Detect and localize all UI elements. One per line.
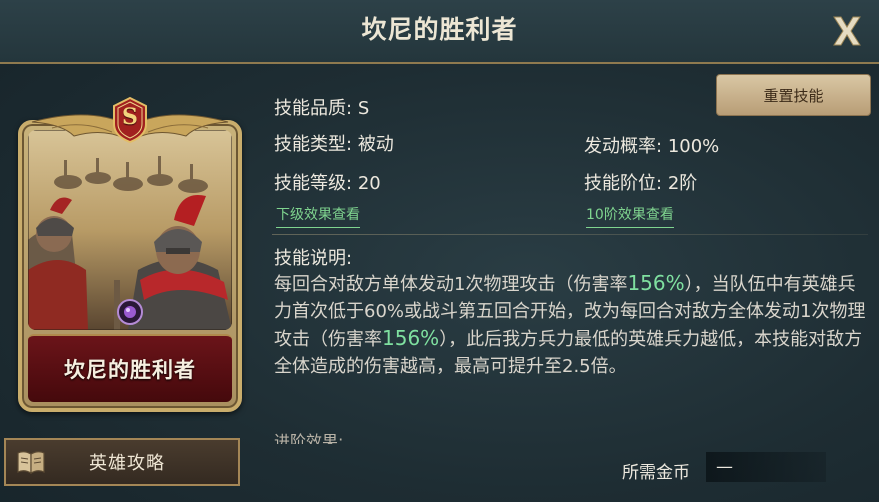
skill-tier-label: 技能阶位: — [584, 173, 663, 194]
trigger-chance-value: 100% — [667, 136, 720, 157]
rank-badge: S — [110, 96, 150, 144]
page-title: 坎尼的胜利者 — [361, 15, 518, 44]
skill-type-value: 被动 — [357, 134, 394, 155]
close-x-icon — [833, 16, 861, 46]
rank-letter: S — [122, 104, 138, 130]
description-part-1: 每回合对敌方单体发动1次物理攻击（伤害率 — [274, 274, 628, 295]
damage-rate-2: 156% — [382, 326, 440, 350]
card-nameplate: 坎尼的胜利者 — [28, 334, 232, 402]
next-level-effect-link[interactable]: 下级效果查看 — [276, 204, 360, 228]
skill-quality: 技能品质: S — [274, 94, 369, 120]
advanced-effect-title: 进阶效果: — [274, 432, 344, 444]
divider — [272, 234, 868, 235]
skill-quality-value: S — [357, 98, 370, 119]
tier10-effect-link[interactable]: 10阶效果查看 — [586, 204, 674, 228]
hero-guide-label: 英雄攻略 — [89, 453, 165, 474]
close-button[interactable] — [824, 8, 870, 54]
trigger-chance-label: 发动概率: — [584, 136, 663, 157]
skill-tier-value: 2阶 — [667, 173, 698, 194]
title-bar: 坎尼的胜利者 — [0, 0, 879, 64]
skill-level-value: 20 — [357, 173, 381, 194]
skill-description: 每回合对敌方单体发动1次物理攻击（伤害率156%），当队伍中有英雄兵力首次低于6… — [274, 270, 866, 380]
card-frame: 坎尼的胜利者 — [18, 120, 242, 412]
skill-type-label: 技能类型: — [274, 134, 353, 155]
skill-quality-label: 技能品质: — [274, 98, 353, 119]
description-title: 技能说明: — [274, 248, 353, 269]
card-name: 坎尼的胜利者 — [64, 358, 196, 382]
reset-skill-button[interactable]: 重置技能 — [716, 74, 871, 116]
book-icon — [17, 451, 45, 475]
skill-type: 技能类型: 被动 — [274, 130, 394, 156]
purple-gem-icon — [116, 298, 144, 326]
skill-detail-panel: 坎尼的胜利者 坎尼的胜利者 S 英雄攻略 重置技能 技能品质: S 技能类型: … — [0, 0, 879, 502]
cost-label: 所需金币 — [622, 463, 690, 483]
skill-level: 技能等级: 20 — [274, 169, 381, 195]
skill-tier: 技能阶位: 2阶 — [584, 169, 697, 195]
damage-rate-1: 156% — [627, 271, 685, 295]
trigger-chance: 发动概率: 100% — [584, 132, 719, 158]
skill-level-label: 技能等级: — [274, 173, 353, 194]
hero-guide-button[interactable]: 英雄攻略 — [4, 438, 240, 486]
cost-value: — — [706, 452, 826, 482]
skill-card: 坎尼的胜利者 S — [12, 92, 248, 418]
